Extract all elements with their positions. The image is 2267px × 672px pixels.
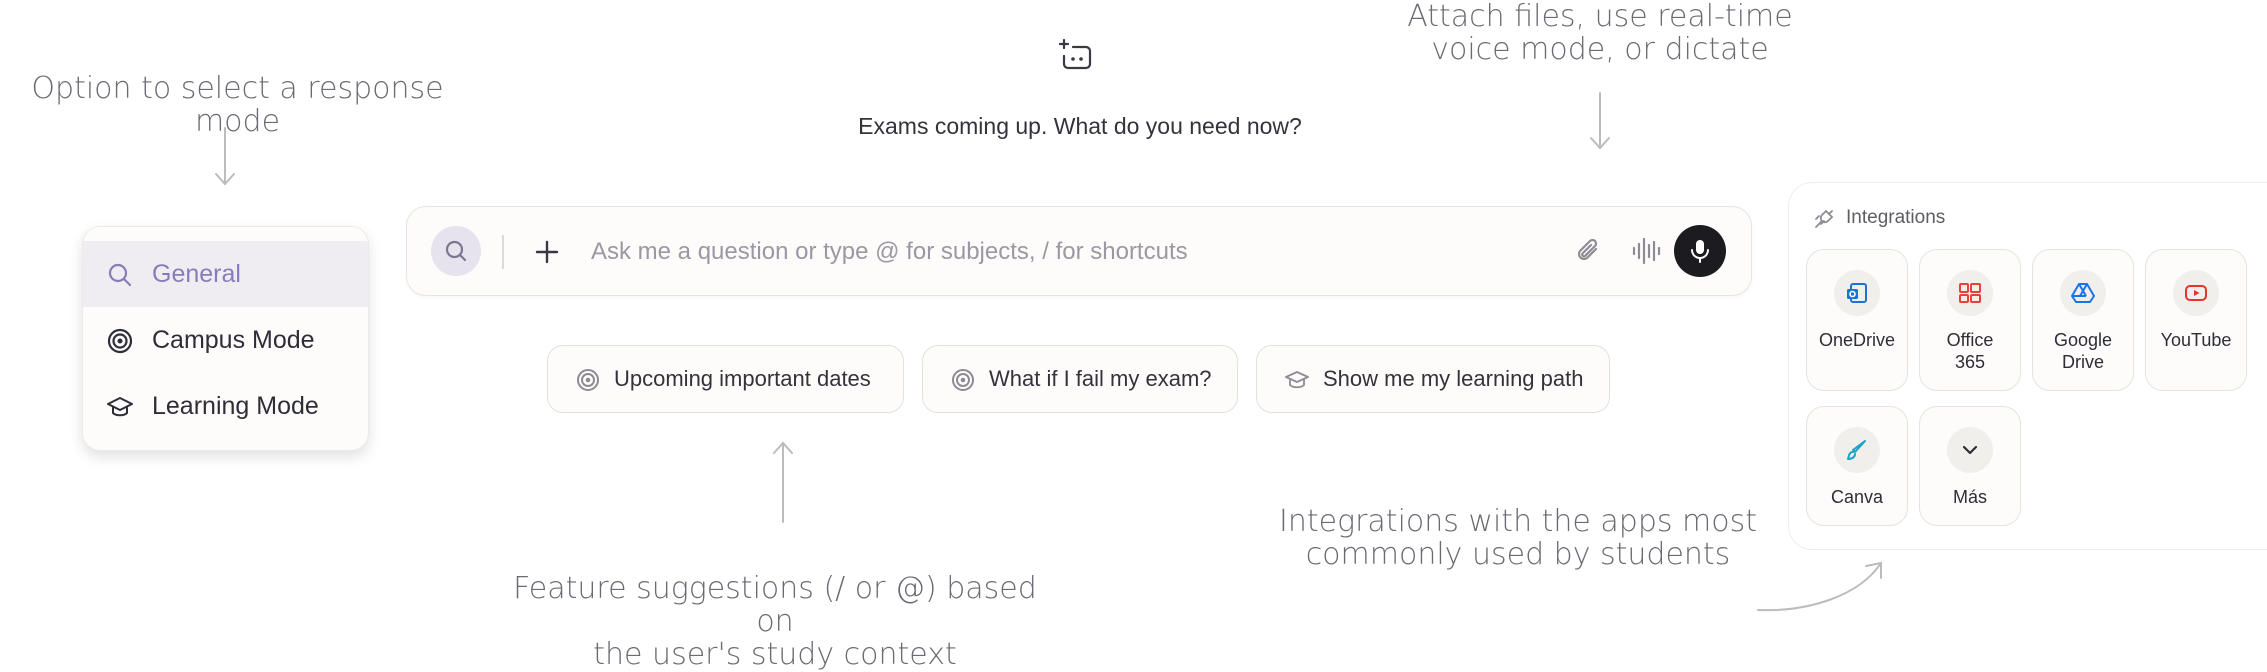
graduation-cap-icon [1285,371,1309,389]
suggestion-chip[interactable]: Upcoming important dates [547,345,904,413]
integration-name: YouTube [2160,330,2232,350]
target-icon [952,369,974,391]
composer-divider [502,235,504,269]
integration-name: Google Drive [2053,330,2113,372]
assistant-icon [1058,38,1092,70]
integration-tile-more[interactable]: Más [1919,406,2021,526]
suggestion-chip-label: Upcoming important dates [614,366,871,391]
mode-selector-button[interactable] [431,226,481,276]
target-icon [577,369,599,391]
youtube-icon [2185,285,2207,301]
graduation-cap-icon [107,397,133,417]
mode-item-general[interactable]: General [83,241,368,307]
target-icon [107,328,133,354]
paperclip-icon[interactable] [1572,234,1606,268]
greeting-text: Exams coming up. What do you need now? [858,113,1302,139]
suggestion-chip[interactable]: Show me my learning path [1256,345,1610,413]
voice-mode-icon[interactable] [1629,234,1663,268]
annotation-integrations: Integrations with the apps most commonly… [1279,504,1757,572]
response-mode-menu: General Campus Mode Learning Mode [82,226,369,451]
suggestion-chip-label: What if I fail my exam? [989,366,1212,391]
plug-icon [1815,209,1834,228]
message-input[interactable] [589,229,1453,275]
mode-item-label: Learning Mode [152,391,319,420]
onedrive-icon [1847,283,1867,303]
mode-item-label: Campus Mode [152,325,315,354]
integration-tile-onedrive[interactable]: OneDrive [1806,249,1908,391]
office365-icon [1959,283,1981,303]
search-icon [108,263,132,287]
dictate-button[interactable] [1674,225,1726,277]
integration-name: Más [1952,487,1987,507]
google-drive-icon [2071,283,2095,303]
integration-name: Canva [1830,487,1884,507]
microphone-icon [1691,240,1709,263]
search-icon [445,240,467,262]
annotation-attach: Attach files, use real-time voice mode, … [1407,0,1793,67]
integration-tile-office365[interactable]: Office 365 [1919,249,2021,391]
integration-name: Office 365 [1946,330,1994,372]
integration-tile-google-drive[interactable]: Google Drive [2032,249,2134,391]
chat-composer [406,206,1752,296]
integration-tile-youtube[interactable]: YouTube [2145,249,2247,391]
mode-item-campus[interactable]: Campus Mode [83,307,368,373]
suggestion-chip-label: Show me my learning path [1323,366,1584,391]
mode-item-label: General [152,259,241,288]
canva-icon [1847,440,1866,460]
mode-item-learning[interactable]: Learning Mode [83,373,368,439]
suggestion-chip[interactable]: What if I fail my exam? [922,345,1238,413]
add-button[interactable] [529,234,565,270]
chevron-down-icon [1962,445,1978,455]
integrations-title: Integrations [1846,207,1946,228]
annotation-suggestions: Feature suggestions (/ or @) based on th… [513,571,1037,672]
integration-tile-canva[interactable]: Canva [1806,406,1908,526]
integration-name: OneDrive [1818,330,1896,350]
annotation-response-mode: Option to select a response mode [31,71,444,139]
